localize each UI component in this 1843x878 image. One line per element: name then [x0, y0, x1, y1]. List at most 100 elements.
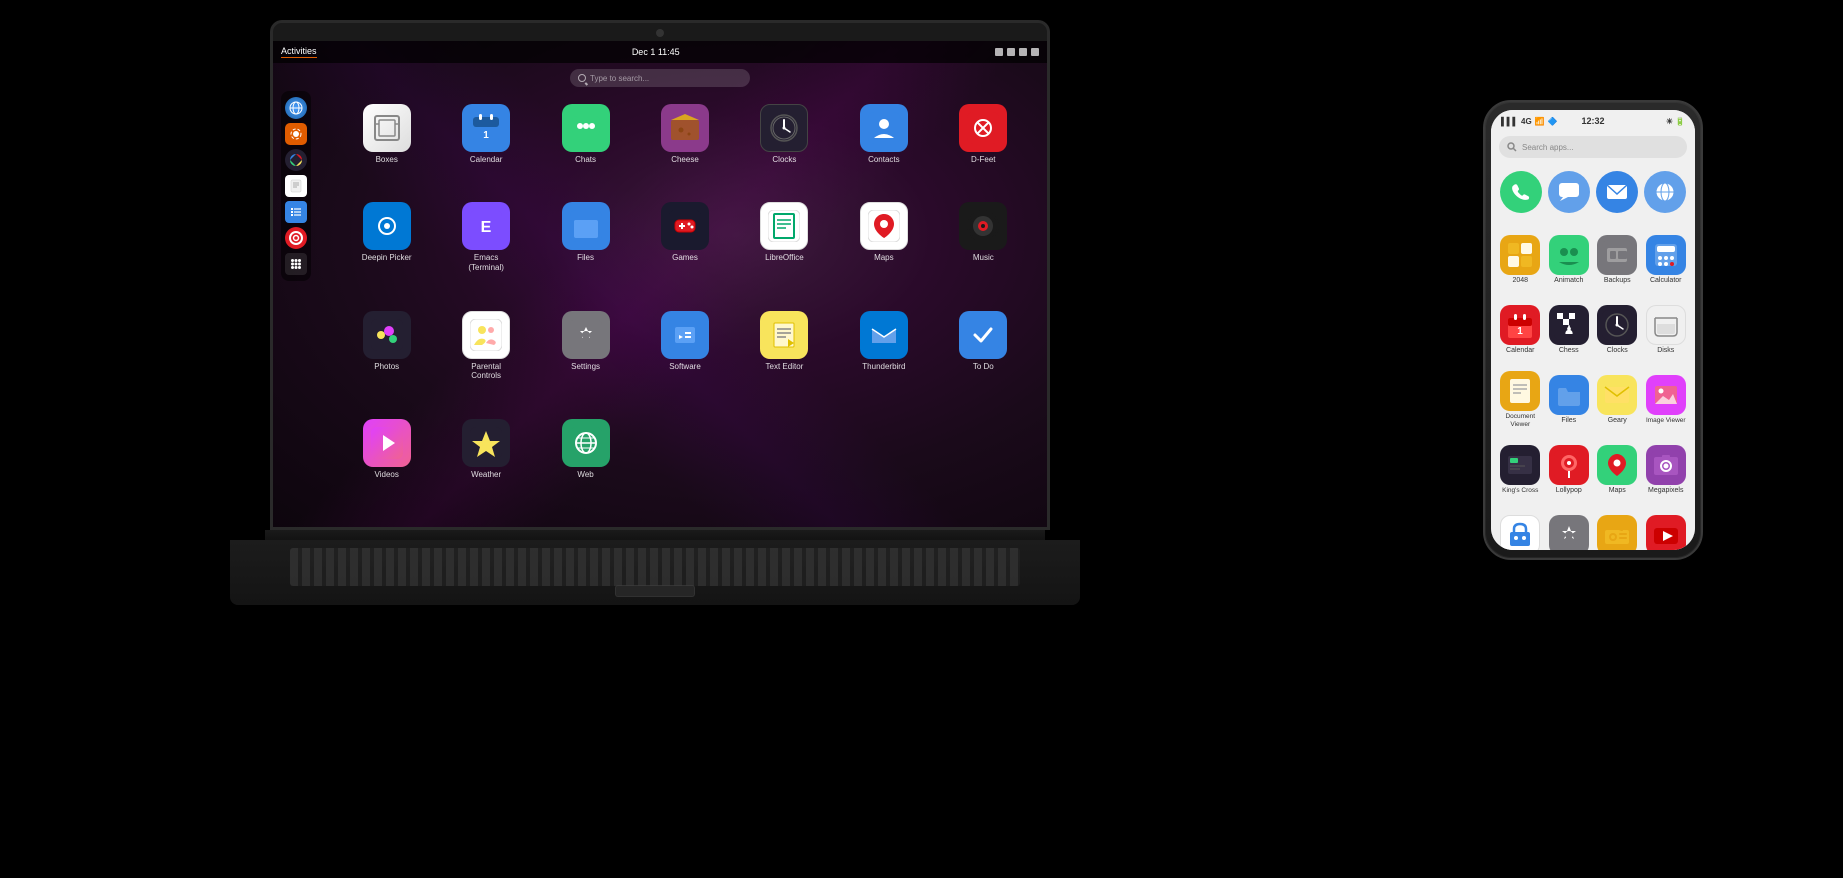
phone-disks-label: Disks [1657, 347, 1674, 355]
app-games-label: Games [672, 253, 698, 263]
dock-icon-list[interactable] [285, 201, 307, 223]
phone-app-clocks[interactable]: Clocks [1594, 296, 1641, 364]
app-settings-label: Settings [571, 362, 600, 372]
app-calendar[interactable]: 1 Calendar [440, 104, 531, 194]
phone-app-lollypop[interactable]: Lollypop [1546, 436, 1593, 504]
app-cheese[interactable]: Cheese [639, 104, 730, 194]
phone-app-docviewer[interactable]: Document Viewer [1497, 366, 1544, 434]
phone-geary-icon [1597, 375, 1637, 415]
phone-calendar-icon: 1 [1500, 305, 1540, 345]
app-clocks-label: Clocks [772, 155, 796, 165]
app-texteditor[interactable]: Text Editor [739, 311, 830, 411]
battery-icon: 🔋 [1675, 117, 1685, 126]
dock-icon-globe[interactable] [285, 97, 307, 119]
app-settings[interactable]: Settings [540, 311, 631, 411]
app-software-label: Software [669, 362, 701, 372]
app-deepin[interactable]: Deepin Picker [341, 202, 432, 302]
laptop-screen: Activities Dec 1 11:45 Type to search... [273, 41, 1047, 527]
app-dfeet[interactable]: D-Feet [938, 104, 1029, 194]
app-videos[interactable]: Videos [341, 419, 432, 509]
bluetooth-icon: 🔷 [1548, 117, 1558, 126]
app-weather-label: Weather [471, 470, 501, 480]
app-chats[interactable]: Chats [540, 104, 631, 194]
phone-app-grid: 2048 Animatch Backups [1491, 222, 1695, 550]
web-icon [562, 419, 610, 467]
phone-shop-icon [1500, 515, 1540, 550]
phone-app-files[interactable]: Files [1546, 366, 1593, 434]
laptop-base [230, 530, 1080, 620]
phone-app-backups[interactable]: Backups [1594, 226, 1641, 294]
phone-search-placeholder: Search apps... [1522, 143, 1574, 152]
phone-files-icon [1549, 375, 1589, 415]
phone-app-imageviewer[interactable]: Image Viewer [1643, 366, 1690, 434]
settings-icon [562, 311, 610, 359]
quick-icon-email[interactable] [1596, 171, 1638, 213]
app-weather[interactable]: Weather [440, 419, 531, 509]
gnome-search-bar[interactable]: Type to search... [570, 69, 750, 87]
dfeet-icon [959, 104, 1007, 152]
app-files[interactable]: Files [540, 202, 631, 302]
laptop-touchpad [615, 585, 695, 597]
app-thunderbird[interactable]: Thunderbird [838, 311, 929, 411]
app-emacs[interactable]: Ε Emacs (Terminal) [440, 202, 531, 302]
phone-megapixels-label: Megapixels [1648, 487, 1683, 495]
app-dfeet-label: D-Feet [971, 155, 995, 165]
app-music[interactable]: Music [938, 202, 1029, 302]
tray-icon-1 [995, 48, 1003, 56]
chats-icon [562, 104, 610, 152]
phone-app-geary[interactable]: Geary [1594, 366, 1641, 434]
tray-icon-4 [1031, 48, 1039, 56]
phone-app-calculator[interactable]: Calculator [1643, 226, 1690, 294]
app-calendar-label: Calendar [470, 155, 502, 165]
app-maps[interactable]: Maps [838, 202, 929, 302]
phone-app-tube[interactable]: Tube [1643, 506, 1690, 550]
dock-icon-help[interactable] [285, 227, 307, 249]
app-software[interactable]: Software [639, 311, 730, 411]
quick-icon-phone[interactable] [1500, 171, 1542, 213]
app-parental[interactable]: Parental Controls [440, 311, 531, 411]
phone-app-animatch[interactable]: Animatch [1546, 226, 1593, 294]
app-boxes[interactable]: Boxes [341, 104, 432, 194]
app-music-label: Music [973, 253, 994, 263]
phone-files-label: Files [1561, 417, 1576, 425]
gnome-activities-label[interactable]: Activities [281, 46, 317, 58]
phone-status-right: ☀ 🔋 [1666, 117, 1685, 126]
phone-app-disks[interactable]: Disks [1643, 296, 1690, 364]
phone-app-shop[interactable]: Shop [1497, 506, 1544, 550]
app-photos[interactable]: Photos [341, 311, 432, 411]
app-contacts[interactable]: Contacts [838, 104, 929, 194]
cheese-icon [661, 104, 709, 152]
app-games[interactable]: Games [639, 202, 730, 302]
videos-icon [363, 419, 411, 467]
app-contacts-label: Contacts [868, 155, 900, 165]
dock-icon-color[interactable] [285, 149, 307, 171]
phone-app-radio[interactable]: Radio [1594, 506, 1641, 550]
phone-app-calendar[interactable]: 1 Calendar [1497, 296, 1544, 364]
app-clocks[interactable]: Clocks [739, 104, 830, 194]
phone-backups-label: Backups [1604, 277, 1631, 285]
network-label: 4G [1521, 117, 1532, 126]
phone-app-kingscross[interactable]: King's Cross [1497, 436, 1544, 504]
dock-icon-radio[interactable] [285, 123, 307, 145]
phone-app-chess[interactable]: ♟ Chess [1546, 296, 1593, 364]
tray-icon-3 [1019, 48, 1027, 56]
tray-icon-2 [1007, 48, 1015, 56]
phone-docviewer-icon [1500, 371, 1540, 411]
phone-app-2048[interactable]: 2048 [1497, 226, 1544, 294]
phone-time: 12:32 [1581, 116, 1604, 126]
phone-searchbar[interactable]: Search apps... [1499, 136, 1687, 158]
phone-app-settings[interactable]: Settings [1546, 506, 1593, 550]
dock-icon-document[interactable] [285, 175, 307, 197]
app-todo[interactable]: To Do [938, 311, 1029, 411]
dock-icon-apps[interactable] [285, 253, 307, 275]
boxes-icon [363, 104, 411, 152]
laptop-bezel: Activities Dec 1 11:45 Type to search... [270, 20, 1050, 530]
quick-icon-browser[interactable] [1644, 171, 1686, 213]
app-web[interactable]: Web [540, 419, 631, 509]
phone-app-megapixels[interactable]: Megapixels [1643, 436, 1690, 504]
todo-icon [959, 311, 1007, 359]
app-libreoffice[interactable]: LibreOffice [739, 202, 830, 302]
phone-imageviewer-icon [1646, 375, 1686, 415]
quick-icon-messages[interactable] [1548, 171, 1590, 213]
phone-app-maps[interactable]: Maps [1594, 436, 1641, 504]
